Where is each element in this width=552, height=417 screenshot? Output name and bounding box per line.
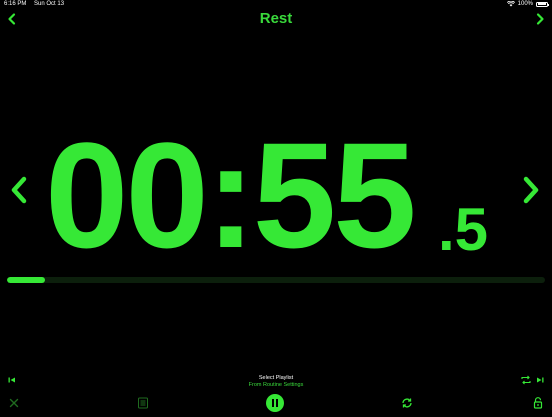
status-bar-right: 100%	[506, 1, 549, 7]
previous-interval-icon[interactable]	[10, 175, 28, 205]
battery-icon	[536, 1, 549, 7]
status-time: 6:16 PM	[4, 1, 27, 7]
wifi-icon	[506, 1, 515, 7]
status-bar-left: 6:16 PM Sun Oct 13	[4, 1, 70, 7]
status-date: Sun Oct 13	[34, 1, 65, 7]
playlist-subtitle: From Routine Settings	[248, 381, 304, 388]
pause-button[interactable]	[266, 394, 284, 412]
battery-percent: 100%	[517, 1, 533, 7]
lock-icon[interactable]	[531, 396, 545, 410]
skip-forward-icon[interactable]	[533, 373, 547, 387]
pause-icon	[272, 399, 278, 407]
list-icon[interactable]	[136, 396, 150, 410]
page-title: Rest	[259, 10, 293, 27]
timer-display: 00:55 .5	[0, 111, 552, 279]
timer-tenths: .5	[438, 196, 489, 263]
close-icon[interactable]	[7, 396, 21, 410]
progress-bar	[7, 277, 545, 283]
progress-fill	[7, 277, 45, 283]
timer-main: 00:55	[45, 111, 417, 279]
repeat-icon[interactable]	[400, 396, 414, 410]
next-interval-icon[interactable]	[522, 175, 540, 205]
repeat-small-icon[interactable]	[519, 373, 533, 387]
playlist-selector[interactable]: Select Playlist From Routine Settings	[0, 375, 552, 388]
chevron-right-icon[interactable]	[533, 12, 547, 26]
